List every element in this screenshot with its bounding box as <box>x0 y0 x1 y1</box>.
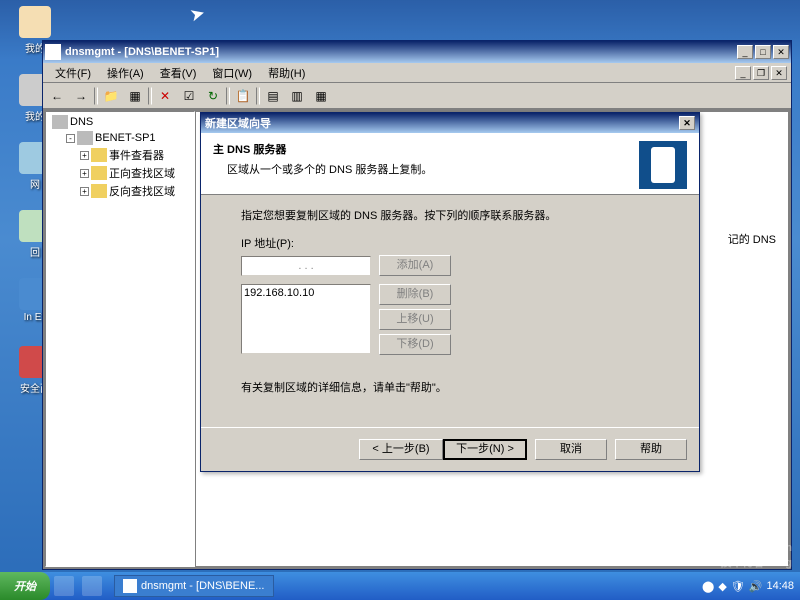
show-hide-icon[interactable]: ▦ <box>124 85 146 107</box>
wizard-header-main: 主 DNS 服务器 <box>213 141 639 157</box>
mouse-cursor-icon: ➤ <box>188 2 208 26</box>
server-icon <box>77 131 93 145</box>
wizard-header: 主 DNS 服务器 区域从一个或多个的 DNS 服务器上复制。 <box>201 133 699 195</box>
tool-icon[interactable]: ▦ <box>310 85 332 107</box>
forward-button[interactable]: → <box>70 85 92 107</box>
add-button: 添加(A) <box>379 255 451 276</box>
ip-address-input[interactable]: . . . <box>241 256 371 276</box>
taskbar: 开始 dnsmgmt - [DNS\BENE... ⬤ ◆ 🛡 🔊 14:48 <box>0 572 800 600</box>
tree-server[interactable]: -BENET-SP1 <box>48 130 192 146</box>
menu-file[interactable]: 文件(F) <box>47 63 99 83</box>
refresh-icon[interactable]: ↻ <box>202 85 224 107</box>
wizard-body: 指定您想要复制区域的 DNS 服务器。按下列的顺序联系服务器。 IP 地址(P)… <box>201 195 699 427</box>
tool-icon[interactable]: ▥ <box>286 85 308 107</box>
expand-icon[interactable]: + <box>80 151 89 160</box>
mmc-titlebar[interactable]: dnsmgmt - [DNS\BENET-SP1] _ □ ✕ <box>43 41 791 63</box>
menu-help[interactable]: 帮助(H) <box>260 63 313 83</box>
menubar: 文件(F) 操作(A) 查看(V) 窗口(W) 帮助(H) _ ❐ ✕ <box>43 63 791 83</box>
quicklaunch-ie-icon[interactable] <box>54 576 74 596</box>
move-up-button: 上移(U) <box>379 309 451 330</box>
menu-action[interactable]: 操作(A) <box>99 63 152 83</box>
wizard-titlebar[interactable]: 新建区域向导 ✕ <box>201 113 699 133</box>
expand-icon[interactable]: + <box>80 187 89 196</box>
toolbar-separator <box>94 87 98 105</box>
ip-address-label: IP 地址(P): <box>241 235 659 251</box>
folder-icon <box>91 166 107 180</box>
tree-node-reverse-zones[interactable]: +反向查找区域 <box>48 182 192 200</box>
export-icon[interactable]: 📋 <box>232 85 254 107</box>
tray-icon[interactable]: 🛡 <box>731 580 745 593</box>
tree-node-forward-zones[interactable]: +正向查找区域 <box>48 164 192 182</box>
help-button[interactable]: 帮助 <box>615 439 687 460</box>
remove-button: 删除(B) <box>379 284 451 305</box>
watermark: 51CTO.com 技术博客 Blog <box>721 542 793 570</box>
tray-icon[interactable]: ◆ <box>718 580 726 593</box>
wizard-close-button[interactable]: ✕ <box>679 116 695 130</box>
system-tray[interactable]: ⬤ ◆ 🛡 🔊 14:48 <box>696 580 800 593</box>
wizard-help-line: 有关复制区域的详细信息，请单击"帮助"。 <box>241 379 659 395</box>
minimize-button[interactable]: _ <box>737 45 753 59</box>
list-item[interactable]: 192.168.10.10 <box>244 287 368 299</box>
expand-icon[interactable]: + <box>80 169 89 178</box>
next-button[interactable]: 下一步(N) > <box>443 439 527 460</box>
mdi-minimize-button[interactable]: _ <box>735 66 751 80</box>
tree-node-eventviewer[interactable]: +事件查看器 <box>48 146 192 164</box>
mmc-title: dnsmgmt - [DNS\BENET-SP1] <box>65 46 735 58</box>
delete-button[interactable]: ✕ <box>154 85 176 107</box>
cancel-button[interactable]: 取消 <box>535 439 607 460</box>
clock[interactable]: 14:48 <box>766 580 794 592</box>
maximize-button[interactable]: □ <box>755 45 771 59</box>
up-icon[interactable]: 📁 <box>100 85 122 107</box>
collapse-icon[interactable]: - <box>66 134 75 143</box>
wizard-footer: < 上一步(B) 下一步(N) > 取消 帮助 <box>201 427 699 471</box>
start-button[interactable]: 开始 <box>0 572 50 600</box>
tool-icon[interactable]: ▤ <box>262 85 284 107</box>
mmc-app-icon <box>45 44 61 60</box>
toolbar: ← → 📁 ▦ ✕ ☑ ↻ 📋 ▤ ▥ ▦ <box>43 83 791 109</box>
mdi-close-button[interactable]: ✕ <box>771 66 787 80</box>
tray-icon[interactable]: ⬤ <box>702 580 714 593</box>
folder-icon <box>91 184 107 198</box>
wizard-glyph-icon <box>639 141 687 189</box>
dns-root-icon <box>52 115 68 129</box>
tree-pane[interactable]: DNS -BENET-SP1 +事件查看器 +正向查找区域 +反向查找区域 <box>45 111 195 567</box>
wizard-header-sub: 区域从一个或多个的 DNS 服务器上复制。 <box>227 161 639 177</box>
folder-icon <box>91 148 107 162</box>
mdi-restore-button[interactable]: ❐ <box>753 66 769 80</box>
task-app-icon <box>123 579 137 593</box>
back-button[interactable]: < 上一步(B) <box>359 439 443 460</box>
back-button[interactable]: ← <box>46 85 68 107</box>
task-button-dnsmgmt[interactable]: dnsmgmt - [DNS\BENE... <box>114 575 274 597</box>
tree-root-dns[interactable]: DNS <box>48 114 192 130</box>
properties-icon[interactable]: ☑ <box>178 85 200 107</box>
content-text-fragment: 记的 DNS <box>728 231 776 247</box>
menu-window[interactable]: 窗口(W) <box>204 63 260 83</box>
wizard-instruction: 指定您想要复制区域的 DNS 服务器。按下列的顺序联系服务器。 <box>241 207 659 223</box>
tray-icon[interactable]: 🔊 <box>749 580 763 593</box>
menu-view[interactable]: 查看(V) <box>152 63 205 83</box>
move-down-button: 下移(D) <box>379 334 451 355</box>
close-button[interactable]: ✕ <box>773 45 789 59</box>
quicklaunch-desktop-icon[interactable] <box>82 576 102 596</box>
wizard-title: 新建区域向导 <box>205 115 677 131</box>
ip-list[interactable]: 192.168.10.10 <box>241 284 371 354</box>
new-zone-wizard-dialog: 新建区域向导 ✕ 主 DNS 服务器 区域从一个或多个的 DNS 服务器上复制。… <box>200 112 700 472</box>
